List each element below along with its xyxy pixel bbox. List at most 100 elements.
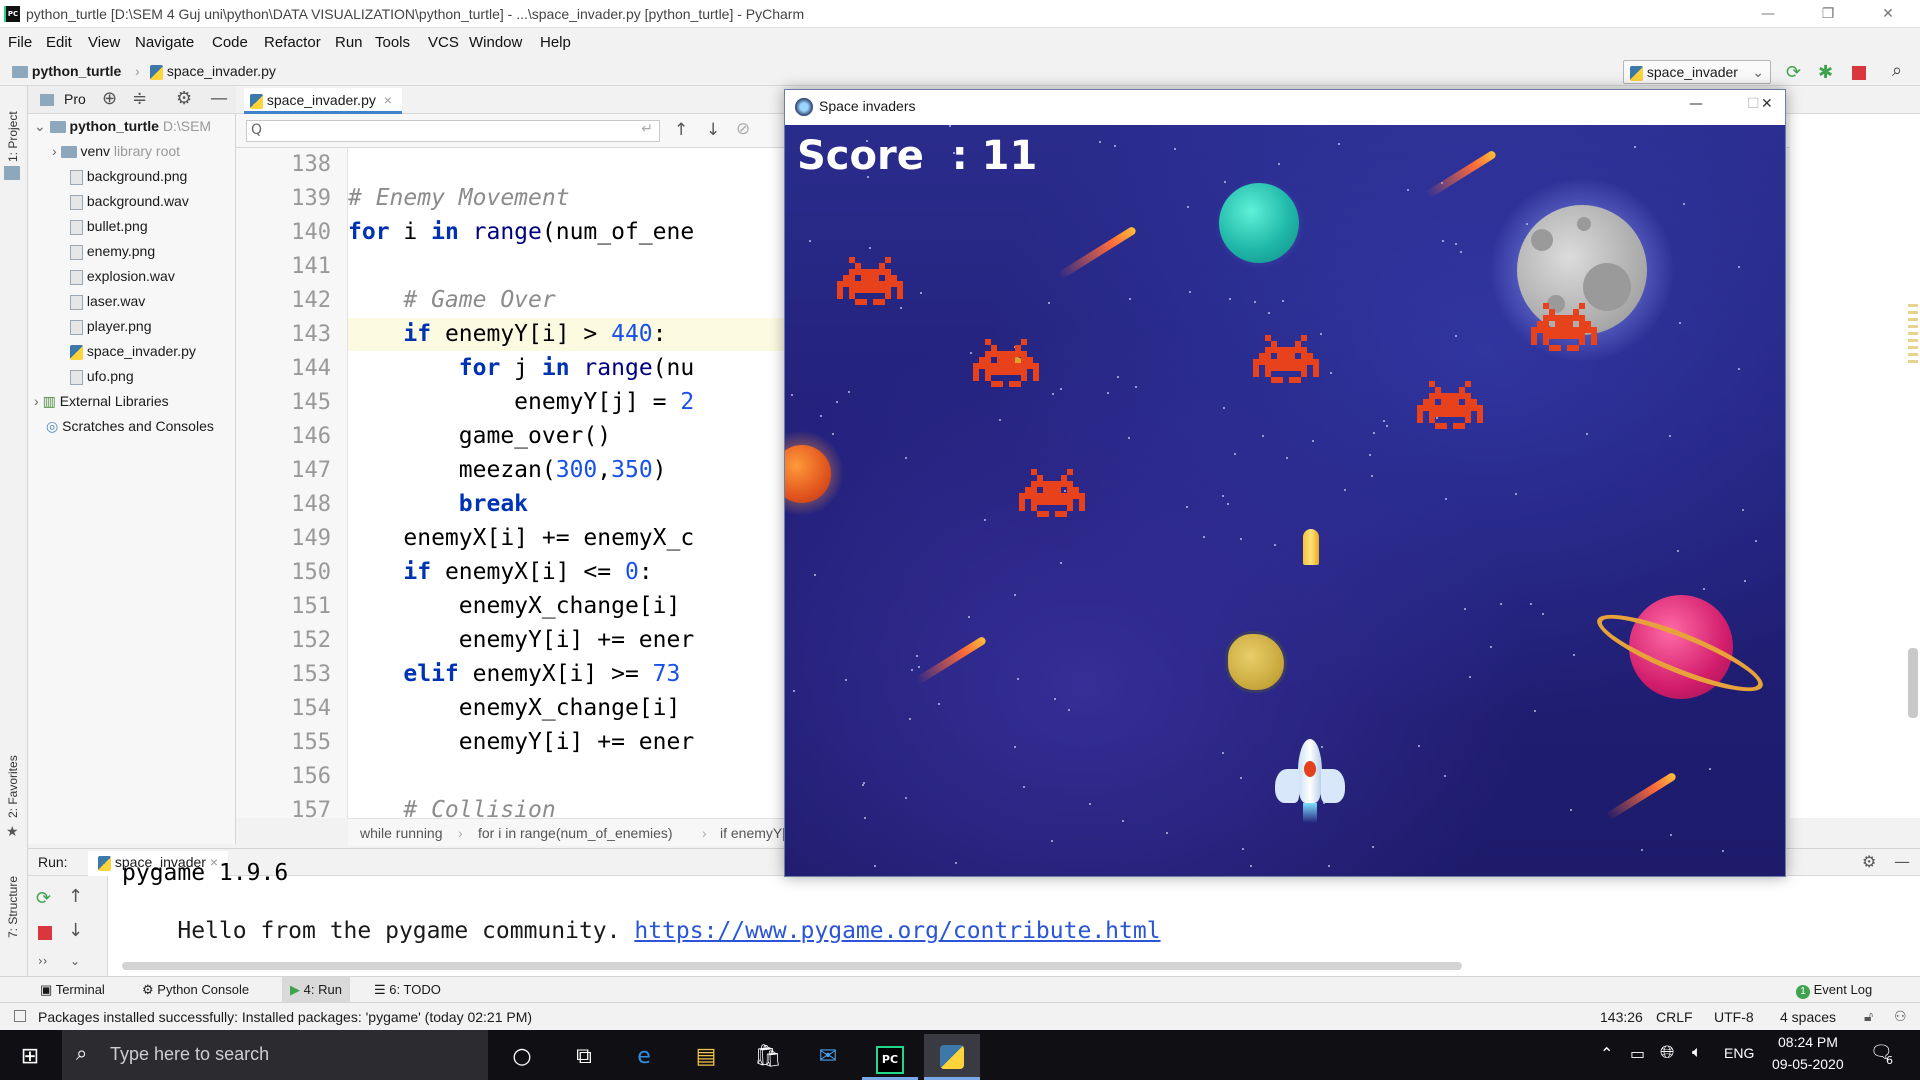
breadcrumb-while[interactable]: while running bbox=[360, 825, 443, 841]
menu-view[interactable]: View bbox=[88, 34, 120, 51]
pycharm-taskbar-icon[interactable]: PC bbox=[862, 1034, 918, 1080]
store-icon[interactable]: 🛍︎ bbox=[740, 1034, 796, 1080]
find-input[interactable]: Q ↵ bbox=[246, 120, 660, 142]
tab-project[interactable]: 1: Project bbox=[6, 111, 20, 162]
tab-terminal[interactable]: ▣ Terminal bbox=[40, 982, 105, 998]
tab-python-console[interactable]: ⚙ Python Console bbox=[142, 982, 249, 998]
volume-icon[interactable]: 🔈︎ bbox=[1692, 1042, 1702, 1062]
restore-icon[interactable]: ❐ bbox=[1808, 4, 1848, 24]
tab-todo[interactable]: ☰ 6: TODO bbox=[374, 982, 441, 998]
code-line[interactable]: # Collision bbox=[348, 794, 784, 818]
menu-navigate[interactable]: Navigate bbox=[135, 34, 194, 51]
tab-run[interactable]: ▶ 4: Run bbox=[282, 977, 350, 1003]
more-icon[interactable]: ›› bbox=[38, 954, 48, 968]
language-indicator[interactable]: ENG bbox=[1724, 1045, 1754, 1061]
code-editor[interactable]: # Enemy Movement for i in range(num_of_en… bbox=[348, 148, 784, 818]
minimize-icon[interactable]: — bbox=[1689, 96, 1703, 112]
next-occurrence-icon[interactable]: ↓ bbox=[706, 120, 720, 140]
code-line[interactable] bbox=[348, 760, 784, 793]
close-icon[interactable]: ✕ bbox=[1761, 96, 1773, 112]
code-line[interactable]: enemyX_change[i] bbox=[348, 692, 784, 725]
tree-item-file[interactable]: enemy.png bbox=[28, 239, 236, 264]
file-explorer-icon[interactable]: ▤ bbox=[678, 1034, 734, 1080]
inspector-icon[interactable]: ⚇ bbox=[1894, 1008, 1907, 1025]
tree-item-file[interactable]: background.png bbox=[28, 164, 236, 189]
code-line[interactable]: # Game Over bbox=[348, 284, 784, 317]
minimize-icon[interactable]: — bbox=[1748, 4, 1788, 24]
close-icon[interactable]: ✕ bbox=[1868, 4, 1908, 24]
close-tab-icon[interactable]: × bbox=[384, 92, 392, 108]
game-canvas[interactable]: Score : 11 bbox=[785, 125, 1785, 876]
breadcrumb-for[interactable]: for i in range(num_of_enemies) bbox=[478, 825, 673, 841]
code-line[interactable]: for i in range(num_of_ene bbox=[348, 216, 784, 249]
code-line[interactable]: if enemyX[i] <= 0: bbox=[348, 556, 784, 589]
tree-item-file[interactable]: ufo.png bbox=[28, 364, 236, 389]
indent-setting[interactable]: 4 spaces bbox=[1780, 1009, 1836, 1025]
breadcrumb-project[interactable]: python_turtle bbox=[12, 63, 121, 79]
tree-item-file[interactable]: space_invader.py bbox=[28, 339, 236, 364]
taskbar-search[interactable]: ⌕ Type here to search bbox=[62, 1030, 488, 1080]
rerun-icon[interactable]: ⟳ bbox=[1786, 62, 1801, 83]
menu-tools[interactable]: Tools bbox=[375, 34, 410, 51]
lock-icon[interactable]: 🔓︎ bbox=[1864, 1008, 1873, 1025]
code-line[interactable] bbox=[348, 250, 784, 283]
code-line[interactable]: enemyY[i] += ener bbox=[348, 624, 784, 657]
tree-item-file[interactable]: explosion.wav bbox=[28, 264, 236, 289]
console-scrollbar[interactable] bbox=[122, 962, 1462, 970]
breadcrumb-if[interactable]: if enemyY[ bbox=[720, 825, 786, 841]
code-line[interactable]: enemyY[j] = 2 bbox=[348, 386, 784, 419]
code-line[interactable]: if enemyY[i] > 440: bbox=[348, 318, 784, 351]
menu-help[interactable]: Help bbox=[540, 34, 571, 51]
code-line[interactable]: enemyX[i] += enemyX_c bbox=[348, 522, 784, 555]
toggle-tool-windows-icon[interactable] bbox=[14, 1010, 26, 1022]
edge-icon[interactable]: e bbox=[616, 1034, 672, 1080]
tree-item-external-libraries[interactable]: › ▥ External Libraries bbox=[28, 389, 236, 414]
task-view-icon[interactable]: ⧉ bbox=[556, 1034, 612, 1080]
search-icon[interactable]: ⌕ bbox=[1892, 60, 1902, 81]
code-line[interactable]: for j in range(nu bbox=[348, 352, 784, 385]
maximize-icon[interactable]: ☐ bbox=[1747, 96, 1760, 112]
tab-favorites[interactable]: 2: Favorites bbox=[6, 755, 20, 818]
code-line[interactable]: break bbox=[348, 488, 784, 521]
debug-icon[interactable]: ✱ bbox=[1818, 62, 1833, 83]
down-arrow-icon[interactable]: ↓ bbox=[68, 920, 83, 941]
stop-icon[interactable] bbox=[1852, 66, 1866, 80]
chevron-up-icon[interactable]: ⌃ bbox=[1600, 1044, 1613, 1063]
collapse-icon[interactable]: ≑ bbox=[132, 88, 147, 109]
menu-code[interactable]: Code bbox=[212, 34, 248, 51]
code-line[interactable]: # Enemy Movement bbox=[348, 182, 784, 215]
gear-icon[interactable]: ⚙ bbox=[1862, 852, 1876, 871]
event-log-button[interactable]: 1 Event Log bbox=[1796, 982, 1872, 999]
tab-space-invader[interactable]: space_invader.py × bbox=[244, 88, 402, 114]
mail-icon[interactable]: ✉ bbox=[800, 1034, 856, 1080]
python-taskbar-icon[interactable] bbox=[924, 1034, 980, 1080]
tree-item-file[interactable]: laser.wav bbox=[28, 289, 236, 314]
rerun-icon[interactable]: ⟳ bbox=[36, 888, 51, 909]
game-window[interactable]: Space invaders — ☐ ✕ Score : 11 bbox=[784, 89, 1786, 877]
tree-item-file[interactable]: bullet.png bbox=[28, 214, 236, 239]
more-icon[interactable]: ⌄ bbox=[70, 954, 80, 968]
code-line[interactable]: meezan(300,350) bbox=[348, 454, 784, 487]
run-config-select[interactable]: space_invader ⌄ bbox=[1623, 60, 1771, 84]
editor-scrollbar[interactable] bbox=[1908, 648, 1918, 718]
windows-start-icon[interactable]: ⊞ bbox=[2, 1034, 58, 1080]
tab-structure[interactable]: 7: Structure bbox=[6, 876, 20, 938]
tree-root[interactable]: ⌄ python_turtle D:\SEM bbox=[28, 114, 236, 139]
cortana-icon[interactable]: ○ bbox=[494, 1034, 550, 1080]
menu-run[interactable]: Run bbox=[335, 34, 363, 51]
line-separator[interactable]: CRLF bbox=[1656, 1009, 1693, 1025]
menu-window[interactable]: Window bbox=[469, 34, 522, 51]
previous-occurrence-icon[interactable]: ↑ bbox=[674, 120, 688, 140]
code-line[interactable]: game_over() bbox=[348, 420, 784, 453]
code-line[interactable] bbox=[348, 148, 784, 181]
up-arrow-icon[interactable]: ↑ bbox=[68, 886, 83, 907]
tree-item-scratches[interactable]: ◎ Scratches and Consoles bbox=[28, 414, 236, 439]
breadcrumb-file[interactable]: space_invader.py bbox=[150, 63, 276, 80]
menu-vcs[interactable]: VCS bbox=[428, 34, 459, 51]
code-line[interactable]: enemyX_change[i] bbox=[348, 590, 784, 623]
locate-icon[interactable]: ⊕ bbox=[102, 88, 117, 109]
file-encoding[interactable]: UTF-8 bbox=[1714, 1009, 1754, 1025]
battery-icon[interactable]: ▭ bbox=[1630, 1044, 1645, 1063]
stop-icon[interactable] bbox=[38, 926, 52, 940]
hide-icon[interactable]: — bbox=[210, 88, 228, 109]
